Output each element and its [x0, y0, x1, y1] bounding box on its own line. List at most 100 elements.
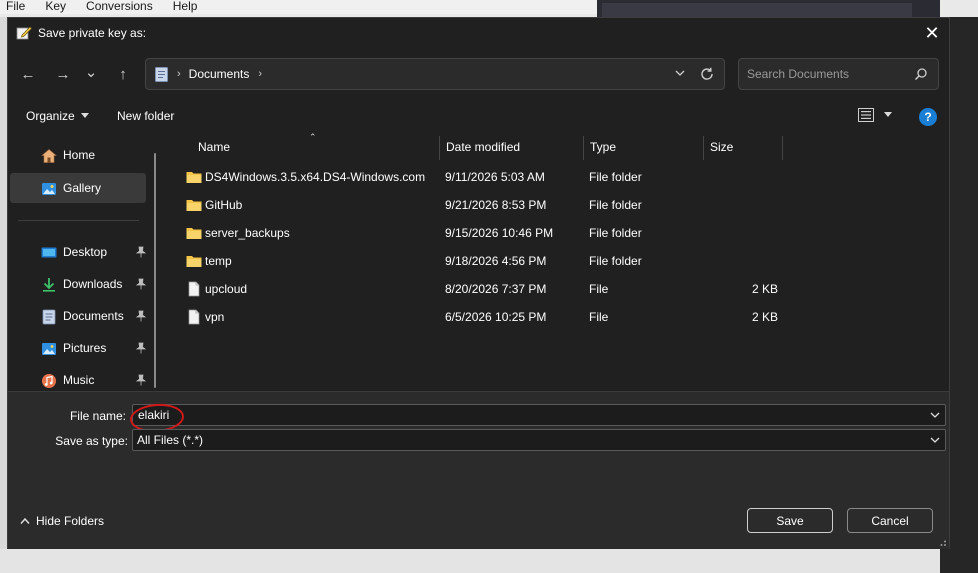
- sidebar-item-downloads[interactable]: Downloads: [10, 269, 146, 299]
- pin-icon[interactable]: [136, 246, 146, 258]
- cancel-button[interactable]: Cancel: [847, 508, 933, 533]
- file-size: 2 KB: [752, 310, 779, 324]
- file-name: upcloud: [205, 282, 248, 296]
- file-name: server_backups: [205, 226, 290, 240]
- hide-folders-button[interactable]: Hide Folders: [20, 514, 104, 528]
- recent-locations-button[interactable]: ⌄: [80, 58, 102, 86]
- sidebar-item-label: Home: [63, 148, 96, 162]
- dialog-title: Save private key as:: [38, 26, 147, 40]
- new-folder-button[interactable]: New folder: [117, 109, 174, 123]
- back-button[interactable]: ←: [14, 60, 42, 88]
- menu-conversions[interactable]: Conversions: [86, 0, 153, 14]
- close-button[interactable]: ✕: [919, 20, 945, 46]
- folder-icon: [186, 256, 202, 267]
- sidebar-item-music[interactable]: Music: [10, 365, 146, 390]
- chevron-down-icon[interactable]: [674, 67, 686, 79]
- table-row[interactable]: upcloud 8/20/2026 7:37 PM File 2 KB: [186, 275, 786, 303]
- address-bar[interactable]: › Documents ›: [145, 58, 725, 90]
- file-name-input[interactable]: [138, 408, 898, 422]
- title-bar: Save private key as: ✕: [8, 18, 949, 48]
- refresh-icon[interactable]: [698, 65, 716, 83]
- pin-icon[interactable]: [136, 278, 146, 290]
- column-separator[interactable]: [439, 136, 440, 160]
- search-input[interactable]: [747, 66, 907, 82]
- menu-help[interactable]: Help: [173, 0, 198, 14]
- chevron-down-icon[interactable]: [929, 409, 941, 421]
- save-button[interactable]: Save: [747, 508, 833, 533]
- sidebar-item-gallery[interactable]: Gallery: [10, 173, 146, 203]
- file-list: ⌃ Name Date modified Type Size DS4Window…: [166, 132, 949, 390]
- file-name-label: File name:: [69, 409, 126, 423]
- desktop-icon: [41, 247, 57, 258]
- table-row[interactable]: vpn 6/5/2026 10:25 PM File 2 KB: [186, 303, 786, 331]
- sidebar-item-documents[interactable]: Documents: [10, 301, 146, 331]
- navigation-pane: Home Gallery Desktop Downloads Documents…: [8, 132, 161, 390]
- pictures-icon: [42, 343, 56, 355]
- file-name: DS4Windows.3.5.x64.DS4-Windows.com: [205, 170, 426, 184]
- save-dialog: Save private key as: ✕ ← → ⌄ ↑ › Documen…: [7, 17, 950, 549]
- file-date: 9/18/2026 4:56 PM: [445, 254, 547, 268]
- sidebar-item-pictures[interactable]: Pictures: [10, 333, 146, 363]
- file-type: File folder: [589, 254, 642, 268]
- help-button[interactable]: ?: [919, 108, 937, 126]
- file-date: 9/15/2026 10:46 PM: [445, 226, 554, 240]
- view-options-button[interactable]: [858, 108, 892, 122]
- forward-button[interactable]: →: [49, 60, 77, 88]
- file-type: File folder: [589, 198, 642, 212]
- download-icon: [43, 278, 55, 292]
- background-window: [597, 0, 940, 17]
- file-date: 9/21/2026 8:53 PM: [445, 198, 547, 212]
- folder-icon: [186, 172, 202, 183]
- chevron-down-icon[interactable]: [929, 434, 941, 446]
- column-header-name[interactable]: Name: [198, 132, 230, 162]
- table-row[interactable]: temp 9/18/2026 4:56 PM File folder: [186, 247, 786, 275]
- chevron-down-icon: ⌄: [84, 64, 98, 81]
- breadcrumb-separator[interactable]: ›: [258, 68, 262, 80]
- pin-icon[interactable]: [136, 310, 146, 322]
- breadcrumb-documents[interactable]: Documents: [189, 67, 250, 81]
- file-name: vpn: [205, 310, 225, 324]
- gallery-icon: [42, 183, 56, 195]
- organize-button[interactable]: Organize: [26, 109, 89, 123]
- navigation-bar: ← → ⌄ ↑ › Documents ›: [8, 58, 949, 90]
- menu-file[interactable]: File: [6, 0, 25, 14]
- pin-icon[interactable]: [136, 342, 146, 354]
- file-type: File: [589, 310, 609, 324]
- sidebar-item-home[interactable]: Home: [10, 140, 146, 170]
- column-header-date[interactable]: Date modified: [446, 132, 520, 162]
- documents-icon: [155, 66, 168, 82]
- background-bottom: [0, 549, 940, 573]
- column-header-type[interactable]: Type: [590, 132, 616, 162]
- help-icon: ?: [924, 110, 932, 124]
- sidebar-divider: [18, 220, 139, 221]
- pin-icon[interactable]: [136, 374, 146, 386]
- breadcrumb-separator: ›: [177, 68, 181, 80]
- file-type: File folder: [589, 170, 642, 184]
- sidebar-item-label: Pictures: [63, 341, 107, 355]
- background-window-bar: [602, 3, 912, 17]
- table-row[interactable]: GitHub 9/21/2026 8:53 PM File folder: [186, 191, 786, 219]
- file-size: 2 KB: [752, 282, 779, 296]
- menu-key[interactable]: Key: [45, 0, 66, 14]
- table-row[interactable]: DS4Windows.3.5.x64.DS4-Windows.com 9/11/…: [186, 163, 786, 191]
- arrow-right-icon: →: [55, 65, 71, 83]
- sidebar-item-desktop[interactable]: Desktop: [10, 237, 146, 267]
- file-icon: [188, 281, 200, 297]
- file-type: File folder: [589, 226, 642, 240]
- save-as-type-select[interactable]: All Files (*.*): [132, 429, 946, 451]
- resize-grip-icon[interactable]: [937, 537, 947, 547]
- arrow-up-icon: ↑: [119, 65, 127, 83]
- sidebar-scrollbar[interactable]: [154, 153, 156, 388]
- column-separator[interactable]: [782, 136, 783, 160]
- up-button[interactable]: ↑: [109, 60, 137, 88]
- search-icon: [914, 68, 927, 81]
- close-icon: ✕: [924, 22, 940, 43]
- file-name-combobox[interactable]: [132, 404, 946, 426]
- caret-down-icon: [884, 112, 892, 117]
- table-row[interactable]: server_backups 9/15/2026 10:46 PM File f…: [186, 219, 786, 247]
- column-separator[interactable]: [703, 136, 704, 160]
- column-header-size[interactable]: Size: [710, 132, 733, 162]
- search-box[interactable]: [738, 58, 939, 90]
- column-separator[interactable]: [583, 136, 584, 160]
- arrow-left-icon: ←: [20, 65, 36, 83]
